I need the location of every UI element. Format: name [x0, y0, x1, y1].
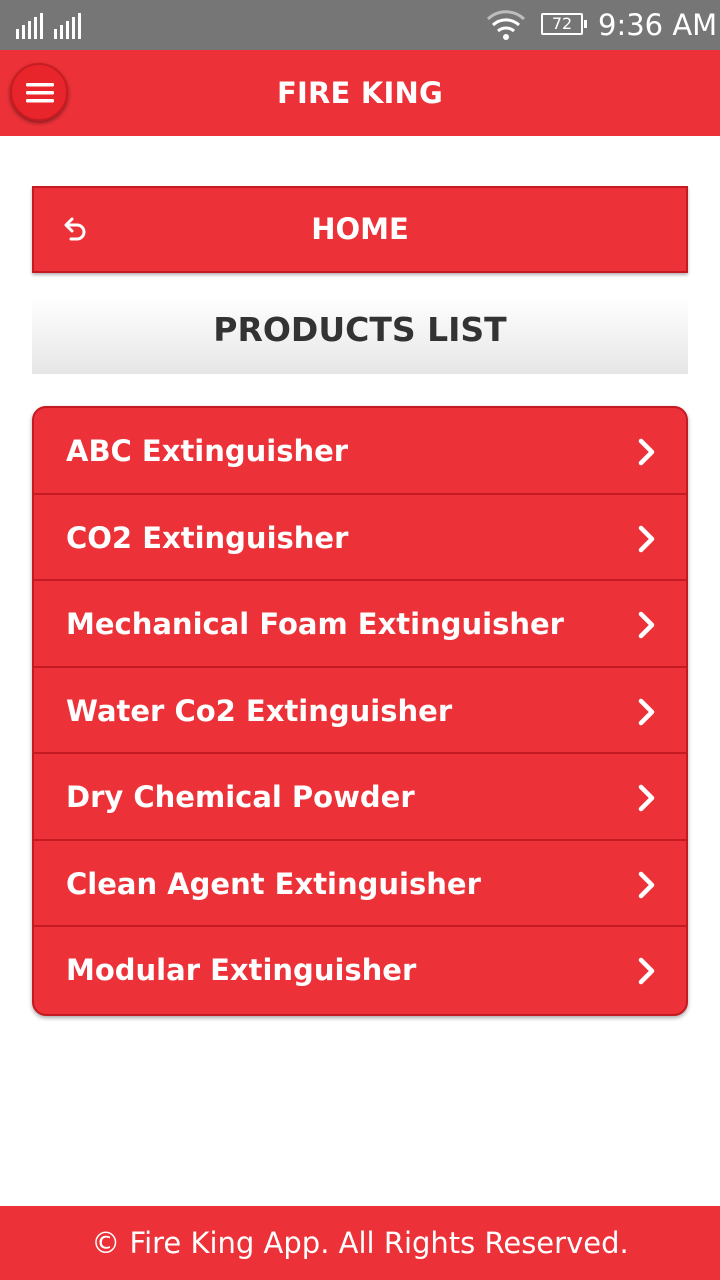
product-list: ABC Extinguisher CO2 Extinguisher Mechan…	[32, 406, 688, 1016]
products-list-title: PRODUCTS LIST	[213, 310, 507, 349]
home-button[interactable]: HOME	[32, 186, 688, 273]
list-item-label: CO2 Extinguisher	[66, 520, 349, 555]
chevron-right-icon	[638, 525, 655, 552]
list-item-clean-agent-extinguisher[interactable]: Clean Agent Extinguisher	[34, 841, 686, 927]
list-item-dry-chemical-powder[interactable]: Dry Chemical Powder	[34, 754, 686, 841]
list-item-mechanical-foam-extinguisher[interactable]: Mechanical Foam Extinguisher	[34, 581, 686, 668]
menu-button[interactable]	[10, 63, 68, 121]
app-bar: FIRE KING	[0, 50, 720, 136]
list-item-label: Water Co2 Extinguisher	[66, 693, 453, 728]
list-item-label: Modular Extinguisher	[66, 953, 417, 987]
footer-copyright: © Fire King App. All Rights Reserved.	[91, 1226, 629, 1260]
list-item-label: Mechanical Foam Extinguisher	[66, 607, 564, 641]
list-item-water-co2-extinguisher[interactable]: Water Co2 Extinguisher	[34, 668, 686, 754]
list-item-abc-extinguisher[interactable]: ABC Extinguisher	[34, 408, 686, 495]
chevron-right-icon	[638, 438, 655, 466]
list-item-label: Dry Chemical Powder	[66, 780, 415, 814]
chevron-right-icon	[638, 611, 655, 639]
chevron-right-icon	[638, 698, 655, 725]
products-list-header: PRODUCTS LIST	[32, 296, 688, 374]
hamburger-menu-icon	[26, 83, 54, 103]
list-item-modular-extinguisher[interactable]: Modular Extinguisher	[34, 927, 686, 1014]
signal-icon	[16, 13, 81, 39]
list-item-label: ABC Extinguisher	[66, 434, 349, 468]
list-item-label: Clean Agent Extinguisher	[66, 866, 481, 901]
wifi-icon	[486, 10, 526, 40]
battery-icon: 72	[541, 13, 587, 35]
battery-level: 72	[551, 14, 573, 33]
app-title: FIRE KING	[277, 76, 443, 110]
list-item-co2-extinguisher[interactable]: CO2 Extinguisher	[34, 495, 686, 581]
chevron-right-icon	[638, 957, 655, 985]
status-time: 9:36 AM	[598, 8, 718, 42]
chevron-right-icon	[638, 871, 655, 898]
status-bar: 72 9:36 AM	[0, 0, 720, 50]
chevron-right-icon	[638, 784, 655, 812]
home-button-label: HOME	[311, 212, 409, 246]
footer: © Fire King App. All Rights Reserved.	[0, 1206, 720, 1280]
